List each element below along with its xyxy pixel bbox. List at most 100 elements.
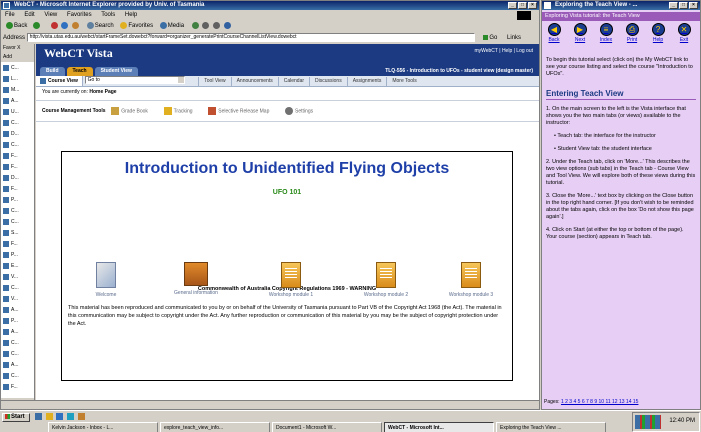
subtab-assignments[interactable]: Assignments: [346, 77, 387, 86]
favorite-item[interactable]: F...: [1, 184, 34, 194]
back-button[interactable]: Back: [5, 21, 27, 29]
menu-help[interactable]: Help: [125, 12, 137, 18]
favorite-item[interactable]: C...: [1, 206, 34, 216]
help-close-button[interactable]: ×: [689, 2, 698, 9]
settings-link[interactable]: Settings: [285, 107, 313, 115]
explorer-quicklaunch-icon[interactable]: [77, 413, 85, 420]
help-index-button[interactable]: ≡ Index: [596, 23, 616, 43]
tab-build[interactable]: Build: [40, 67, 65, 76]
user-links[interactable]: myWebCT | Help | Log out: [474, 48, 533, 54]
start-button[interactable]: Start: [2, 413, 30, 422]
favorite-item[interactable]: D...: [1, 129, 34, 139]
subtab-tool-view[interactable]: Tool View: [198, 77, 230, 86]
taskbar-button[interactable]: Document1 - Microsoft W...: [272, 422, 382, 432]
help-help-button[interactable]: ? Help: [648, 23, 668, 43]
favorite-item[interactable]: V...: [1, 294, 34, 304]
course-view-tab[interactable]: Course View: [36, 76, 83, 86]
subtab-announcements[interactable]: Announcements: [230, 77, 278, 86]
menu-view[interactable]: View: [44, 12, 57, 18]
go-button[interactable]: Go: [482, 35, 497, 41]
desktop-quicklaunch-icon[interactable]: [56, 413, 64, 420]
favorite-item[interactable]: S...: [1, 228, 34, 238]
folder-icon: [3, 306, 9, 313]
favorite-item[interactable]: C...: [1, 118, 34, 128]
favorites-button[interactable]: Favorites: [119, 21, 153, 29]
selective-release-link[interactable]: Selective Release Map: [208, 107, 269, 115]
taskbar-button[interactable]: explore_teach_view_info...: [160, 422, 270, 432]
favorite-item[interactable]: A...: [1, 305, 34, 315]
search-button[interactable]: Search: [86, 21, 114, 29]
menu-favorites[interactable]: Favorites: [67, 12, 92, 18]
favorites-add-button[interactable]: Add: [1, 53, 34, 62]
favorite-item[interactable]: A...: [1, 360, 34, 370]
media-button[interactable]: Media: [159, 21, 184, 29]
help-back-button[interactable]: ◀ Back: [544, 23, 564, 43]
subtab-more-tools[interactable]: More Tools: [386, 77, 421, 86]
goto-select[interactable]: Go to: [84, 76, 185, 85]
forward-arrow-icon[interactable]: [33, 21, 41, 29]
favorite-item[interactable]: F...: [1, 382, 34, 392]
favorite-item[interactable]: F...: [1, 162, 34, 172]
favorite-item[interactable]: V...: [1, 272, 34, 282]
favorite-item[interactable]: C...: [1, 217, 34, 227]
print-icon[interactable]: [213, 21, 221, 29]
menu-tools[interactable]: Tools: [101, 12, 115, 18]
pages-links[interactable]: 1 2 3 4 5 6 7 8 9 10 11 12 13 14 15: [561, 399, 638, 405]
favorite-item[interactable]: C...: [1, 338, 34, 348]
ie-quicklaunch-icon[interactable]: [35, 413, 42, 420]
mail-icon[interactable]: [202, 21, 210, 29]
help-next-button[interactable]: ▶ Next: [570, 23, 590, 43]
clock[interactable]: 12:40 PM: [669, 418, 695, 424]
tracking-link[interactable]: Tracking: [163, 107, 193, 115]
taskbar-button[interactable]: WebCT - Microsoft Int...: [384, 422, 494, 432]
close-button[interactable]: ×: [528, 2, 537, 9]
taskbar-button[interactable]: Exploring the Teach View ...: [496, 422, 606, 432]
favorite-item[interactable]: F...: [1, 151, 34, 161]
history-icon[interactable]: [191, 21, 199, 29]
subtab-discussions[interactable]: Discussions: [309, 77, 347, 86]
favorite-item[interactable]: C...: [1, 63, 34, 73]
menu-edit[interactable]: Edit: [24, 12, 34, 18]
home-icon[interactable]: [72, 21, 80, 29]
favorite-item[interactable]: D...: [1, 173, 34, 183]
refresh-icon[interactable]: [61, 21, 69, 29]
favorite-item[interactable]: C...: [1, 283, 34, 293]
favorite-item[interactable]: P...: [1, 316, 34, 326]
workshop-module-3-item[interactable]: Workshop module 3: [436, 262, 506, 298]
help-exit-button[interactable]: ✕ Exit: [674, 23, 694, 43]
favorite-item[interactable]: C...: [1, 371, 34, 381]
favorite-item[interactable]: M...: [1, 85, 34, 95]
help-print-button[interactable]: ⎙ Print: [622, 23, 642, 43]
menu-file[interactable]: File: [5, 12, 15, 18]
workshop-module-2-item[interactable]: Workshop module 2: [351, 262, 421, 298]
gradebook-link[interactable]: Grade Book: [111, 107, 148, 115]
taskbar-button[interactable]: Kelvin Jackson - Inbox - L...: [48, 422, 158, 432]
tab-student-view[interactable]: Student View: [94, 67, 138, 76]
favorite-item[interactable]: C...: [1, 349, 34, 359]
favorite-item[interactable]: E...: [1, 261, 34, 271]
outlook-quicklaunch-icon[interactable]: [45, 413, 53, 420]
favorite-item[interactable]: F...: [1, 239, 34, 249]
address-input[interactable]: http://vista.utas.edu.au/webct/startFram…: [26, 33, 475, 42]
favorites-header[interactable]: Favor X: [1, 44, 34, 53]
edit-icon[interactable]: [223, 21, 231, 29]
minimize-button[interactable]: _: [508, 2, 517, 9]
workshop-module-1-item[interactable]: Workshop module 1: [256, 262, 326, 298]
favorite-item[interactable]: L...: [1, 74, 34, 84]
favorite-item[interactable]: P...: [1, 195, 34, 205]
favorite-item[interactable]: A...: [1, 327, 34, 337]
stop-icon[interactable]: [50, 21, 58, 29]
favorite-item[interactable]: U...: [1, 107, 34, 117]
favorite-item[interactable]: A...: [1, 96, 34, 106]
help-maximize-button[interactable]: □: [679, 2, 688, 9]
media-quicklaunch-icon[interactable]: [67, 413, 75, 420]
favorite-item[interactable]: C...: [1, 140, 34, 150]
help-minimize-button[interactable]: _: [669, 2, 678, 9]
general-information-item[interactable]: General information: [161, 262, 231, 296]
welcome-item[interactable]: Welcome: [71, 262, 141, 298]
favorite-item[interactable]: P...: [1, 250, 34, 260]
subtab-calendar[interactable]: Calendar: [277, 77, 309, 86]
tab-teach[interactable]: Teach: [66, 67, 93, 76]
maximize-button[interactable]: □: [518, 2, 527, 9]
links-button[interactable]: Links: [507, 35, 521, 41]
